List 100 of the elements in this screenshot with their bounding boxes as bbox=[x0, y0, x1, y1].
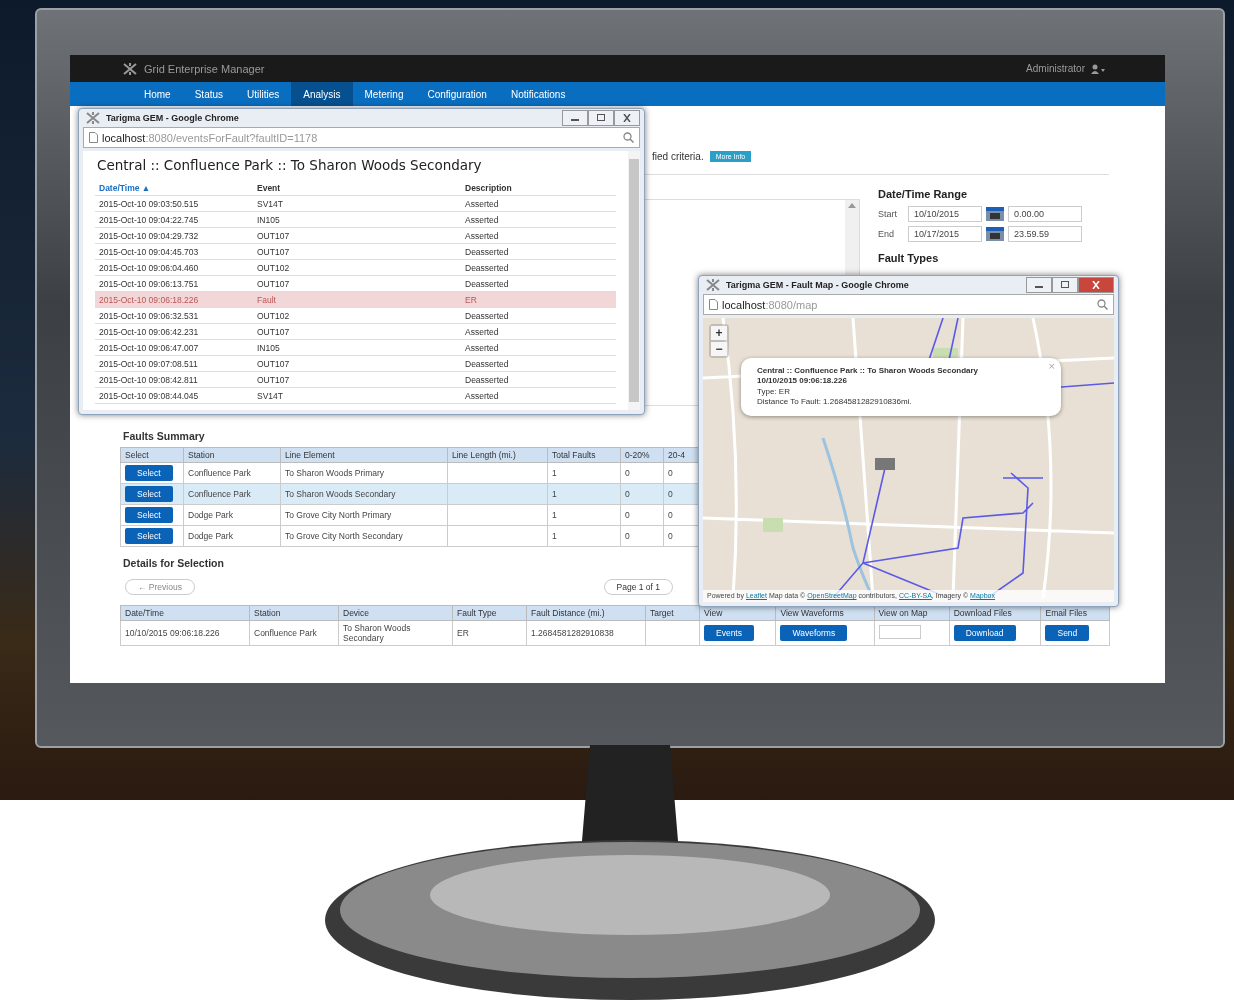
date-field[interactable]: 10/10/2015 bbox=[908, 206, 982, 222]
table-cell: 2015-Oct-10 09:04:29.732 bbox=[95, 227, 253, 244]
column-header: Fault Type bbox=[452, 605, 527, 621]
table-cell: Confluence Park bbox=[183, 462, 281, 484]
nav-tab[interactable]: Metering bbox=[352, 82, 416, 106]
close-icon[interactable] bbox=[1078, 277, 1114, 293]
page-heading: Central :: Confluence Park :: To Sharon Woods Secondary bbox=[97, 157, 483, 173]
table-cell: Deasserted bbox=[461, 371, 616, 388]
search-icon[interactable] bbox=[623, 132, 634, 143]
table-cell: SV14T bbox=[253, 387, 461, 404]
page-icon bbox=[89, 132, 98, 143]
table-cell: 0 bbox=[620, 525, 664, 547]
table-cell: 2015-Oct-10 09:06:42.231 bbox=[95, 323, 253, 340]
table-cell: 1 bbox=[547, 504, 621, 526]
table-cell: 0 bbox=[620, 504, 664, 526]
maximize-icon[interactable] bbox=[588, 110, 614, 126]
table-cell: 10/10/2015 09:06:18.226 bbox=[120, 620, 250, 646]
select-button[interactable]: Select bbox=[125, 528, 173, 544]
page-indicator: Page 1 of 1 bbox=[603, 579, 673, 595]
select-button[interactable]: Select bbox=[125, 486, 173, 502]
column-header: Target bbox=[645, 605, 700, 621]
window-title: Tarigma GEM - Google Chrome bbox=[106, 113, 239, 123]
column-header: Total Faults bbox=[547, 447, 621, 463]
table-cell: 2015-Oct-10 09:08:44.045 bbox=[95, 387, 253, 404]
table-cell: 2015-Oct-10 09:08:42.811 bbox=[95, 371, 253, 388]
scrollbar[interactable] bbox=[628, 151, 640, 410]
table-cell: 2015-Oct-10 09:07:08.511 bbox=[95, 355, 253, 372]
table-cell: OUT107 bbox=[253, 323, 461, 340]
close-icon[interactable] bbox=[614, 110, 640, 126]
popup-distance: Distance To Fault: 1.2684581282910836mi. bbox=[757, 397, 913, 408]
table-cell: Confluence Park bbox=[249, 620, 339, 646]
select-button[interactable]: Select bbox=[125, 465, 173, 481]
table-cell: Asserted bbox=[461, 211, 616, 228]
nav-tab[interactable]: Status bbox=[182, 82, 236, 106]
calendar-icon[interactable] bbox=[986, 227, 1004, 241]
logo-icon bbox=[705, 278, 721, 292]
column-header: Line Length (mi.) bbox=[447, 447, 548, 463]
popup-time: 10/10/2015 09:06:18.226 bbox=[757, 376, 848, 387]
field-label: Start bbox=[878, 209, 898, 219]
table-cell: 2015-Oct-10 09:06:04.460 bbox=[95, 259, 253, 276]
nav-tab[interactable]: Analysis bbox=[291, 82, 353, 106]
address-bar[interactable]: localhost:8080/eventsForFault?faultID=1178 bbox=[83, 127, 640, 148]
table-cell: Deasserted bbox=[461, 355, 616, 372]
send-button[interactable]: Send bbox=[1045, 625, 1090, 641]
scroll-up-icon[interactable] bbox=[848, 203, 856, 208]
user-menu[interactable]: Administrator bbox=[1026, 63, 1085, 74]
page-icon bbox=[709, 299, 718, 310]
time-field[interactable]: 23.59.59 bbox=[1008, 226, 1082, 242]
column-header: Station bbox=[249, 605, 339, 621]
notice-text: fied criteria. bbox=[652, 150, 704, 162]
table-cell: Dodge Park bbox=[183, 504, 281, 526]
date-field[interactable]: 10/17/2015 bbox=[908, 226, 982, 242]
events-button[interactable]: Events bbox=[704, 625, 754, 641]
section-title: Date/Time Range bbox=[878, 188, 969, 200]
address-bar[interactable]: localhost:8080/map bbox=[703, 294, 1114, 315]
minimize-icon[interactable] bbox=[1026, 277, 1052, 293]
table-cell: Asserted bbox=[461, 323, 616, 340]
nav-tab[interactable]: Utilities bbox=[235, 82, 292, 106]
table-cell: IN105 bbox=[253, 211, 461, 228]
zoom-out-button[interactable]: − bbox=[711, 342, 727, 356]
table-cell: OUT102 bbox=[253, 259, 461, 276]
time-field[interactable]: 0.00.00 bbox=[1008, 206, 1082, 222]
table-cell: Deasserted bbox=[461, 307, 616, 324]
column-header[interactable]: Date/Time ▲ bbox=[95, 181, 253, 196]
table-cell: Asserted bbox=[461, 339, 616, 356]
waveforms-button[interactable]: Waveforms bbox=[780, 625, 848, 641]
user-caret-icon bbox=[1091, 63, 1105, 74]
nav-tab[interactable]: Home bbox=[132, 82, 183, 106]
previous-button[interactable]: ← Previous bbox=[125, 579, 195, 595]
logo-icon bbox=[122, 61, 138, 76]
table-cell: Dodge Park bbox=[183, 525, 281, 547]
table-cell: Deasserted bbox=[461, 243, 616, 260]
table-cell: Deasserted bbox=[461, 275, 616, 292]
calendar-icon[interactable] bbox=[986, 207, 1004, 221]
zoom-in-button[interactable]: + bbox=[711, 326, 727, 340]
column-header: Line Element bbox=[280, 447, 448, 463]
table-cell: 1.2684581282910838 bbox=[526, 620, 646, 646]
column-header: Device bbox=[338, 605, 453, 621]
popup-type: Type: ER bbox=[757, 386, 791, 398]
nav-tab[interactable]: Configuration bbox=[415, 82, 499, 106]
field-label: End bbox=[878, 229, 895, 239]
table-cell: 2015-Oct-10 09:06:47.007 bbox=[95, 339, 253, 356]
select-button[interactable]: Select bbox=[125, 507, 173, 523]
minimize-icon[interactable] bbox=[562, 110, 588, 126]
app-title: Grid Enterprise Manager bbox=[144, 62, 265, 75]
table-cell: ER bbox=[452, 620, 527, 646]
column-header: 0-20% bbox=[620, 447, 664, 463]
column-header: Select bbox=[120, 447, 184, 463]
logo-icon bbox=[85, 111, 101, 125]
table-cell: To Sharon Woods Secondary bbox=[338, 620, 453, 646]
nav-tab[interactable]: Notifications bbox=[498, 82, 578, 106]
table-cell: SV14T bbox=[253, 195, 461, 212]
maximize-icon[interactable] bbox=[1052, 277, 1078, 293]
table-cell: To Grove City North Primary bbox=[280, 504, 448, 526]
table-cell: OUT107 bbox=[253, 275, 461, 292]
column-header: Description bbox=[461, 181, 616, 196]
download-button[interactable]: Download bbox=[953, 625, 1016, 641]
search-icon[interactable] bbox=[1097, 299, 1108, 310]
popup-heading: Central :: Confluence Park :: To Sharon Woods Secondary bbox=[757, 366, 980, 377]
section-title: Fault Types bbox=[878, 252, 940, 264]
